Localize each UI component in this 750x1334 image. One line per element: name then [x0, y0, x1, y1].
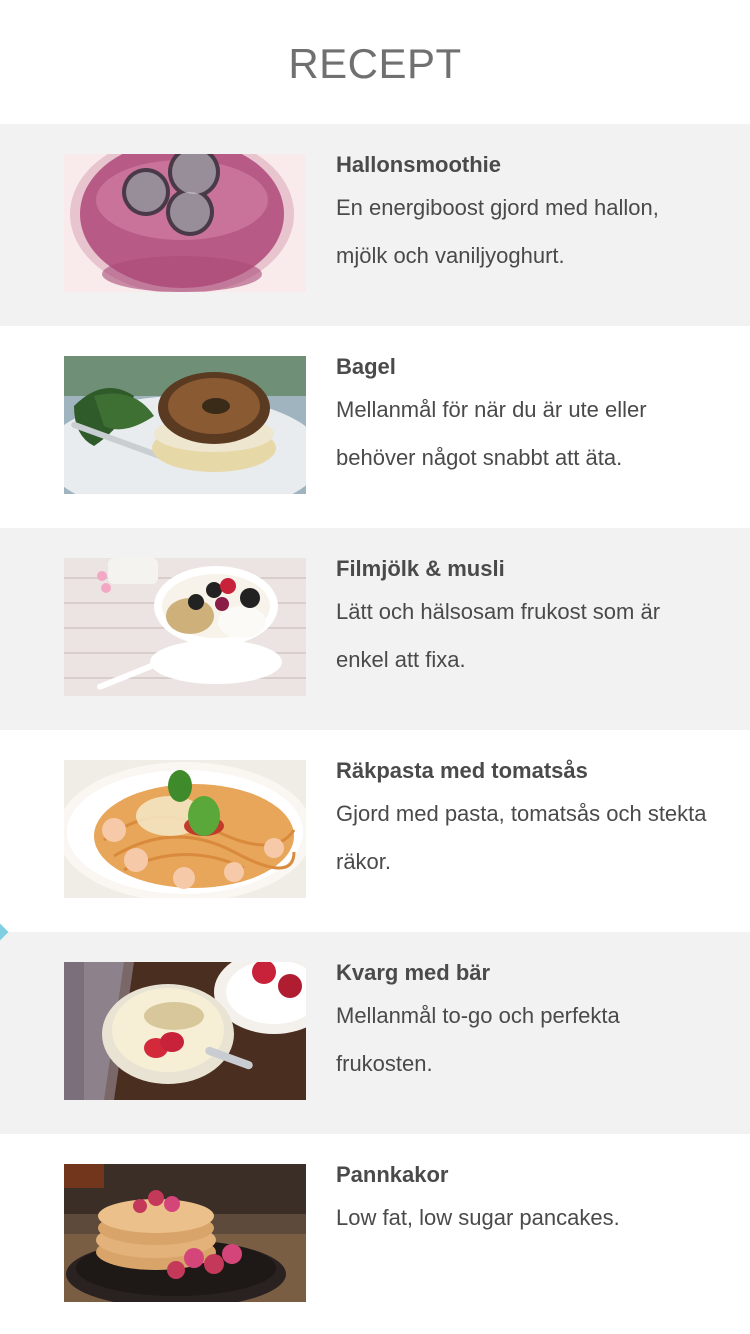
recipe-item-rakpasta[interactable]: Räkpasta med tomatsås Gjord med pasta, t… — [0, 730, 750, 932]
recipe-title: Pannkakor — [336, 1162, 449, 1187]
recipe-text: Pannkakor Low fat, low sugar pancakes. — [336, 1160, 716, 1242]
recipe-text: Kvarg med bär Mellanmål to-go och perfek… — [336, 958, 716, 1088]
recipe-item-bagel[interactable]: Bagel Mellanmål för när du är ute eller … — [0, 326, 750, 528]
recipe-description: Mellanmål to-go och perfekta frukosten. — [336, 1003, 620, 1076]
recipe-item-filmjolk-musli[interactable]: Filmjölk & musli Lätt och hälsosam fruko… — [0, 528, 750, 730]
recipe-description: Mellanmål för när du är ute eller behöve… — [336, 397, 647, 470]
kvarg-photo — [64, 962, 306, 1100]
recipe-description: Lätt och hälsosam frukost som är enkel a… — [336, 599, 661, 672]
recipe-title: Hallonsmoothie — [336, 152, 502, 177]
recipe-text: Bagel Mellanmål för när du är ute eller … — [336, 352, 716, 482]
recipe-item-hallonsmoothie[interactable]: Hallonsmoothie En energiboost gjord med … — [0, 124, 750, 326]
recipe-item-pannkakor[interactable]: Pannkakor Low fat, low sugar pancakes. — [0, 1134, 750, 1334]
recipe-title: Filmjölk & musli — [336, 556, 505, 581]
header: RECEPT — [0, 0, 750, 124]
recipe-text: Räkpasta med tomatsås Gjord med pasta, t… — [336, 756, 716, 886]
bagel-photo — [64, 356, 306, 494]
yoghurt-bowl-photo — [64, 558, 306, 696]
pancakes-photo — [64, 1164, 306, 1302]
recipe-item-kvarg-med-bar[interactable]: Kvarg med bär Mellanmål to-go och perfek… — [0, 932, 750, 1134]
smoothie-photo — [64, 154, 306, 292]
recipe-description: En energiboost gjord med hallon, mjölk o… — [336, 195, 659, 268]
recipe-title: Kvarg med bär — [336, 960, 491, 985]
recipe-description: Low fat, low sugar pancakes. — [336, 1205, 620, 1230]
recipe-list: Hallonsmoothie En energiboost gjord med … — [0, 124, 750, 1334]
recipe-text: Hallonsmoothie En energiboost gjord med … — [336, 150, 716, 280]
recipe-title: Räkpasta med tomatsås — [336, 758, 588, 783]
recipe-text: Filmjölk & musli Lätt och hälsosam fruko… — [336, 554, 716, 684]
recipes-page: RECEPT Hallonsmoothie En energiboost gjo… — [0, 0, 750, 1334]
recipe-description: Gjord med pasta, tomatsås och stekta räk… — [336, 801, 707, 874]
page-title: RECEPT — [288, 40, 462, 87]
recipe-title: Bagel — [336, 354, 396, 379]
pasta-photo — [64, 760, 306, 898]
